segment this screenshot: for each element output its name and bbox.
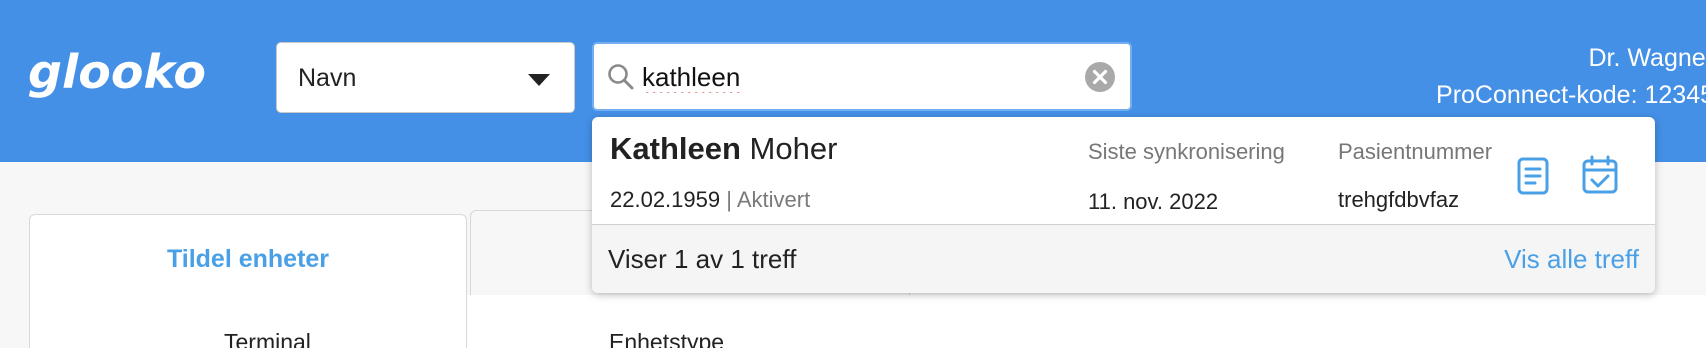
patient-first-name: Kathleen [610,131,741,166]
calendar-check-icon[interactable] [1581,155,1619,195]
last-sync-value: 11. nov. 2022 [1088,189,1219,214]
patient-name: Kathleen Moher [610,131,837,167]
glooko-logo[interactable]: glooko [28,44,208,113]
patient-meta: 22.02.1959 | Aktivert [610,187,810,213]
report-icon[interactable] [1516,157,1550,195]
search-filter-value: Navn [298,64,357,92]
patient-number-header: Pasientnummer [1338,139,1493,164]
meta-separator: | [726,187,732,212]
tab-label: Tildel enheter [166,245,330,273]
patient-last-name: Moher [749,131,838,166]
chevron-down-icon [528,74,550,86]
results-footer: Viser 1 av 1 treff Vis alle treff [592,225,1655,293]
column-header-device-type: Enhetstype [609,329,725,348]
results-count: Viser 1 av 1 treff [608,244,797,274]
tab-assign-devices[interactable]: Tildel enheter [29,214,467,348]
patient-status: Aktivert [736,187,811,212]
proconnect-code: ProConnect-kode: 12345 [1436,81,1706,109]
logo-text: glooko [28,45,206,99]
patient-number-value: trehgfdbvfaz [1338,187,1460,212]
search-input[interactable] [642,54,1062,100]
user-name[interactable]: Dr. Wagner [1588,44,1706,73]
last-sync-header: Siste synkronisering [1088,139,1285,164]
patient-search-box[interactable] [592,42,1132,111]
patient-dob: 22.02.1959 [610,187,721,212]
column-header-terminal: Terminal [224,329,311,348]
search-results-dropdown: Kathleen Moher 22.02.1959 | Aktivert Sis… [592,117,1655,293]
search-icon [608,64,634,90]
clear-search-icon[interactable] [1084,61,1116,93]
search-result-row[interactable]: Kathleen Moher 22.02.1959 | Aktivert Sis… [592,117,1655,225]
show-all-results-link[interactable]: Vis alle treff [1504,225,1639,293]
search-filter-select[interactable]: Navn [276,42,575,113]
